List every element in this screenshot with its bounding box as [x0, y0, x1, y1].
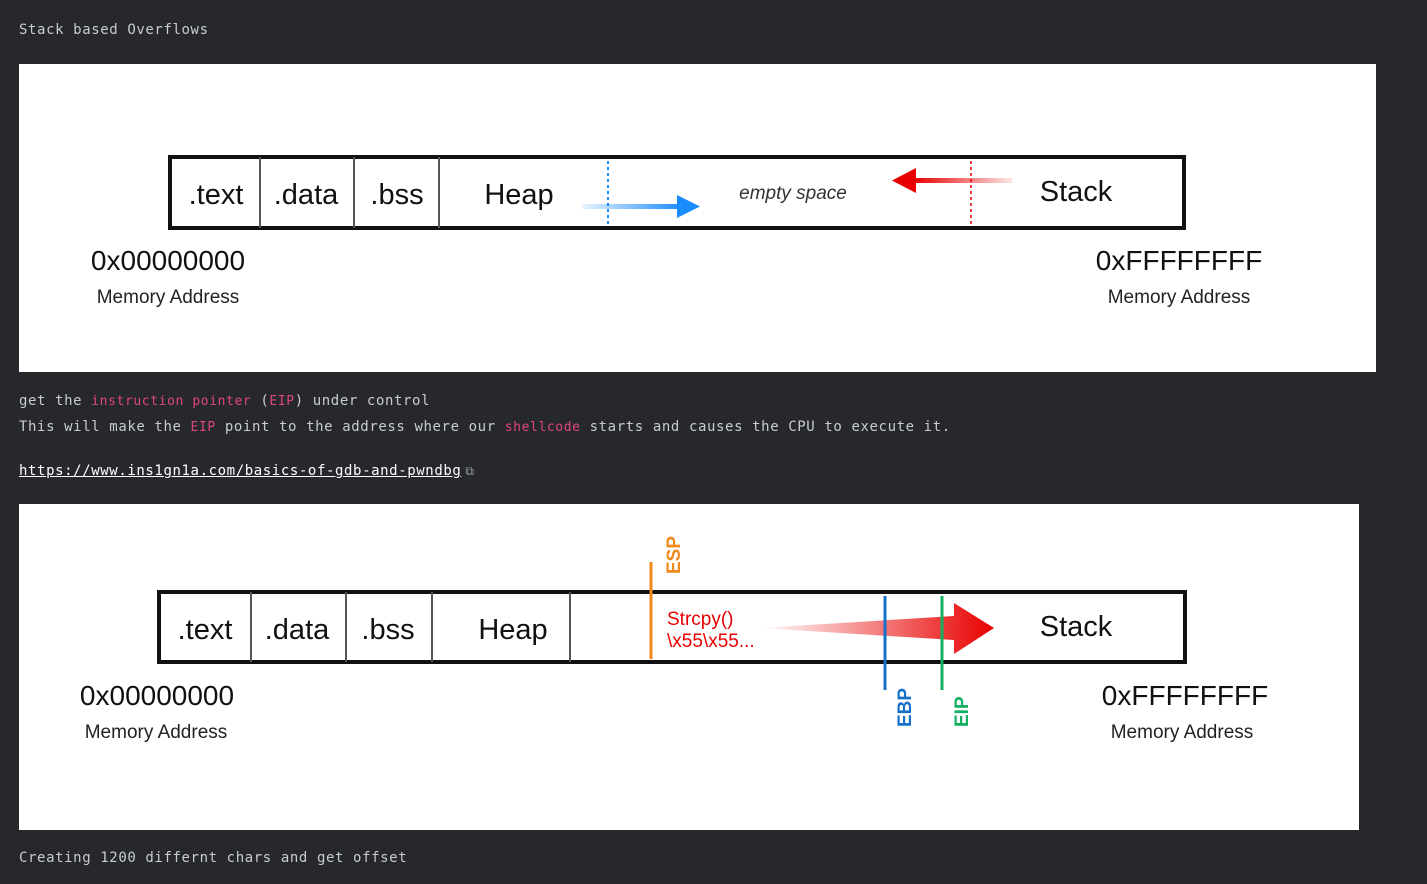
section-heading: Stack based Overflows: [19, 22, 209, 38]
segment-heap: Heap: [478, 614, 547, 646]
high-address-caption: Memory Address: [1111, 722, 1254, 743]
high-address: 0xFFFFFFFF: [1102, 680, 1268, 711]
payload-label: \x55\x55...: [667, 631, 755, 652]
heap-growth-arrow-shaft: [582, 204, 682, 209]
inline-code: instruction pointer: [91, 394, 252, 409]
inline-code: shellcode: [504, 420, 581, 435]
memory-layout-diagram: .text .data .bss Heap empty space Stack …: [19, 64, 1376, 372]
strcpy-label: Strcpy(): [667, 609, 734, 630]
ebp-label: EBP: [895, 688, 916, 727]
segment-stack: Stack: [1040, 176, 1113, 208]
segment-text: .text: [189, 179, 244, 211]
overflow-diagram: .text .data .bss Heap ESP Strcpy() \x55\…: [19, 504, 1359, 830]
segment-stack: Stack: [1040, 611, 1113, 643]
segment-text: .text: [178, 614, 233, 646]
high-address: 0xFFFFFFFF: [1096, 245, 1262, 276]
offset-note: Creating 1200 differnt chars and get off…: [19, 850, 408, 866]
segment-heap: Heap: [484, 179, 553, 211]
reference-link-row: https://www.ins1gn1a.com/basics-of-gdb-a…: [19, 463, 475, 479]
payload-arrow: [759, 603, 994, 654]
reference-link[interactable]: https://www.ins1gn1a.com/basics-of-gdb-a…: [19, 463, 461, 479]
eip-description-line: This will make the EIP point to the addr…: [19, 419, 951, 435]
stack-growth-arrow-head: [892, 168, 916, 193]
external-link-icon: ⧉: [465, 464, 475, 478]
stack-growth-arrow-shaft: [914, 178, 1012, 183]
low-address-caption: Memory Address: [85, 722, 228, 743]
empty-space-label: empty space: [739, 183, 847, 204]
low-address-caption: Memory Address: [97, 287, 240, 308]
inline-code: EIP: [190, 420, 216, 435]
low-address: 0x00000000: [80, 680, 234, 711]
inline-code: EIP: [269, 394, 295, 409]
segment-bss: .bss: [361, 614, 414, 646]
heap-growth-arrow-head: [677, 195, 700, 218]
high-address-caption: Memory Address: [1108, 287, 1251, 308]
esp-label: ESP: [664, 536, 685, 574]
segment-data: .data: [274, 179, 339, 211]
eip-label: EIP: [952, 696, 973, 727]
segment-data: .data: [265, 614, 330, 646]
low-address: 0x00000000: [91, 245, 245, 276]
eip-control-line: get the instruction pointer (EIP) under …: [19, 393, 431, 409]
segment-bss: .bss: [370, 179, 423, 211]
